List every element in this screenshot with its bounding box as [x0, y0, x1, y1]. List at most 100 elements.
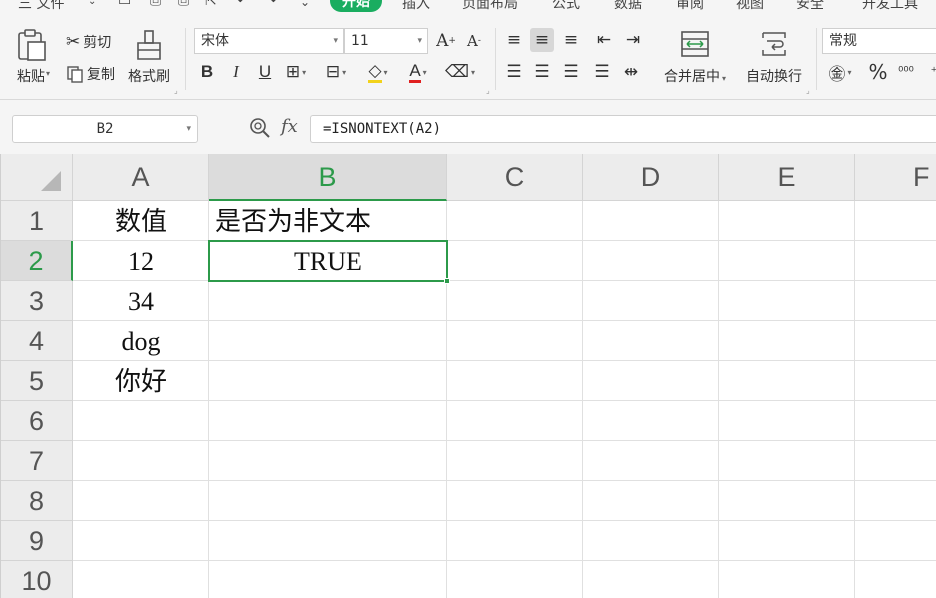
tab-insert[interactable]: 插入 [402, 0, 430, 13]
save-icon[interactable]: ▭ [118, 0, 131, 9]
align-center-icon[interactable]: ☰ [530, 60, 554, 84]
quick-access-more-icon[interactable]: ⌄ [300, 0, 310, 9]
undo-icon[interactable]: ↶ [237, 0, 249, 9]
italic-icon[interactable]: I [224, 60, 248, 84]
paste-button[interactable]: 粘贴 [14, 28, 48, 86]
column-header-c[interactable]: C [447, 154, 583, 201]
fx-icon[interactable]: fx [281, 116, 298, 137]
merge-center-label: 合并居中 ▾ [664, 69, 727, 85]
row-header-1[interactable]: 1 [1, 201, 73, 241]
font-group-launcher-icon[interactable]: ⌟ [486, 86, 490, 95]
cell-a1[interactable]: 数值 [73, 201, 209, 241]
column-header-f[interactable]: F [855, 154, 936, 201]
cell-a4[interactable]: dog [73, 321, 209, 361]
format-painter-label: 格式刷 [128, 69, 170, 85]
tab-page-layout[interactable]: 页面布局 [462, 0, 518, 13]
increase-font-size-icon[interactable]: A + [434, 29, 458, 53]
paintbrush-icon [137, 30, 161, 60]
align-bottom-icon[interactable]: ≡ [559, 28, 583, 52]
zoom-search-icon[interactable] [249, 117, 271, 139]
column-header-d[interactable]: D [583, 154, 719, 201]
align-middle-icon[interactable]: ≡ [530, 28, 554, 52]
eraser-icon[interactable]: ⌫ ▾ [445, 60, 475, 84]
paste-dropdown-icon[interactable]: ▾ [46, 69, 50, 78]
cell-a2[interactable]: 12 [73, 241, 209, 281]
decrease-indent-icon[interactable]: ⇤ [592, 28, 616, 52]
percent-format-icon[interactable]: % [866, 60, 890, 84]
active-cell-selection[interactable] [208, 240, 450, 284]
row-header-4[interactable]: 4 [1, 321, 73, 361]
cell-a5[interactable]: 你好 [73, 361, 209, 401]
wrap-text-label: 自动换行 [746, 69, 802, 85]
grid-line [73, 520, 936, 521]
merge-center-button[interactable]: 合并居中 ▾ [664, 28, 726, 86]
ribbon-separator [495, 28, 496, 90]
font-name-value: 宋体 [201, 33, 229, 49]
select-all-corner[interactable] [1, 154, 73, 201]
alignment-group-launcher-icon[interactable]: ⌟ [806, 86, 810, 95]
merge-cells-icon [681, 31, 709, 57]
underline-icon[interactable]: U [253, 60, 277, 84]
tab-developer[interactable]: 开发工具 [862, 0, 918, 13]
decrease-font-size-icon[interactable]: A- [462, 29, 486, 53]
clipboard-group-launcher-icon[interactable]: ⌟ [174, 86, 178, 95]
menu-file[interactable]: 三 文件 [18, 0, 64, 13]
align-left-icon[interactable]: ☰ [502, 60, 526, 84]
redo-icon[interactable]: ↷ [265, 0, 277, 9]
increase-decimal-icon[interactable]: ⁺ [922, 60, 936, 84]
row-header-8[interactable]: 8 [1, 481, 73, 521]
ribbon-separator [185, 28, 186, 90]
cut-button[interactable]: ✂ 剪切 [66, 32, 111, 52]
fill-handle[interactable] [444, 278, 450, 284]
formula-input[interactable]: =ISNONTEXT(A2) [310, 115, 936, 143]
menu-file-dropdown-icon[interactable]: ⌄ [88, 0, 96, 7]
column-header-e[interactable]: E [719, 154, 855, 201]
cell-style-icon[interactable]: ⊟ ▾ [324, 60, 348, 84]
name-box[interactable]: B2 ▾ [12, 115, 198, 143]
row-header-10[interactable]: 10 [1, 561, 73, 598]
fill-color-icon[interactable]: ◇ ▾ [366, 60, 390, 84]
copy-label: 复制 [87, 67, 115, 83]
row-header-9[interactable]: 9 [1, 521, 73, 561]
chevron-down-icon: ▾ [417, 36, 422, 46]
row-header-3[interactable]: 3 [1, 281, 73, 321]
currency-format-icon[interactable]: ㊎ ▾ [828, 60, 852, 85]
wrap-text-icon [762, 32, 786, 56]
align-top-icon[interactable]: ≡ [502, 28, 526, 52]
tab-security[interactable]: 安全 [796, 0, 824, 13]
copy-button[interactable]: 复制 [66, 64, 115, 84]
row-header-2[interactable]: 2 [1, 241, 73, 281]
column-header-b[interactable]: B [209, 154, 447, 201]
grid-line [73, 560, 936, 561]
cell-b1[interactable]: 是否为非文本 [215, 201, 447, 241]
tab-formulas[interactable]: 公式 [552, 0, 580, 13]
column-header-a[interactable]: A [73, 154, 209, 201]
font-color-icon[interactable]: A ▾ [406, 60, 430, 84]
wrap-text-button[interactable]: 自动换行 [746, 28, 802, 86]
cell-a3[interactable]: 34 [73, 281, 209, 321]
thousands-separator-icon[interactable]: ⁰⁰⁰ [894, 60, 918, 84]
formula-bar: B2 ▾ fx =ISNONTEXT(A2) [0, 100, 936, 154]
bold-icon[interactable]: B [195, 60, 219, 84]
number-format-select[interactable]: 常规 [822, 28, 936, 54]
row-header-7[interactable]: 7 [1, 441, 73, 481]
align-right-icon[interactable]: ☰ [559, 60, 583, 84]
row-header-5[interactable]: 5 [1, 361, 73, 401]
copy-icon [67, 66, 83, 83]
tab-view[interactable]: 视图 [736, 0, 764, 13]
distributed-align-icon[interactable]: ⇹ [619, 60, 643, 84]
tab-home[interactable]: 开始 [330, 0, 382, 12]
print-icon[interactable]: ⎙ [178, 0, 189, 9]
justify-icon[interactable]: ☰ [590, 60, 614, 84]
increase-indent-icon[interactable]: ⇥ [621, 28, 645, 52]
format-painter-button[interactable]: 格式刷 [128, 28, 170, 86]
borders-icon[interactable]: ⊞ ▾ [284, 60, 308, 84]
tab-review[interactable]: 审阅 [676, 0, 704, 13]
ribbon-home: 粘贴 ▾ ✂ 剪切 复制 格式刷 ⌟ 宋体 ▾ 11 ▾ A + A- B I U… [0, 14, 936, 100]
export-icon[interactable]: ⇱ [205, 0, 217, 9]
tab-data[interactable]: 数据 [614, 0, 642, 13]
row-header-6[interactable]: 6 [1, 401, 73, 441]
font-name-select[interactable]: 宋体 ▾ [194, 28, 344, 54]
font-size-select[interactable]: 11 ▾ [344, 28, 428, 54]
print-preview-icon[interactable]: ⎙ [150, 0, 161, 9]
